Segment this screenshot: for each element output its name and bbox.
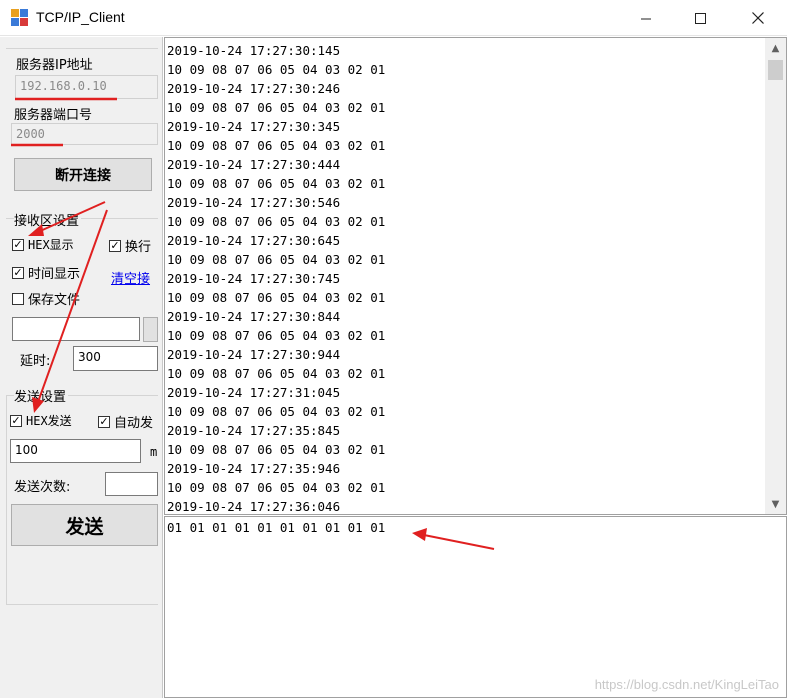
scroll-down-icon[interactable]: ▼ [765,494,786,514]
receive-line: 10 09 08 07 06 05 04 03 02 01 [167,366,386,381]
close-icon[interactable] [735,0,781,36]
window-title: TCP/IP_Client [36,9,125,25]
save-file-checkbox[interactable]: 保存文件 [12,289,80,308]
checkbox-check-icon: ✓ [98,415,110,428]
clear-receive-link[interactable]: 清空接 [111,268,150,287]
time-display-checkbox[interactable]: ✓ 时间显示 [12,263,80,282]
checkbox-check-icon: ✓ [12,238,24,251]
receive-line: 2019-10-24 17:27:30:944 [167,347,341,362]
minimize-icon[interactable] [623,0,669,36]
delay-input[interactable]: 300 [73,346,158,371]
server-port-input[interactable]: 2000 [11,123,158,145]
save-file-label: 保存文件 [28,293,81,308]
receive-line: 2019-10-24 17:27:30:844 [167,309,341,324]
send-text: 01 01 01 01 01 01 01 01 01 01 [167,520,386,535]
checkbox-check-icon: ✓ [109,239,121,252]
send-interval-input[interactable]: 100 [10,439,141,463]
checkbox-check-icon: ✓ [10,414,22,427]
hex-send-label: HEX发送 [26,414,72,428]
receive-line: 2019-10-24 17:27:35:946 [167,461,341,476]
receive-line: 10 09 08 07 06 05 04 03 02 01 [167,100,386,115]
receive-line: 10 09 08 07 06 05 04 03 02 01 [167,290,386,305]
maximize-icon[interactable] [677,0,723,36]
send-group-bottom-border [6,604,158,605]
send-count-input[interactable] [105,472,158,496]
receive-line: 10 09 08 07 06 05 04 03 02 01 [167,252,386,267]
receive-textarea[interactable]: 2019-10-24 17:27:30:145 10 09 08 07 06 05… [164,37,787,515]
server-ip-input[interactable]: 192.168.0.10 [15,75,158,99]
hex-display-checkbox[interactable]: ✓ HEX显示 [12,236,74,253]
receive-line: 10 09 08 07 06 05 04 03 02 01 [167,328,386,343]
hex-send-checkbox[interactable]: ✓ HEX发送 [10,412,72,429]
receive-line: 10 09 08 07 06 05 04 03 02 01 [167,214,386,229]
hex-display-label: HEX显示 [28,238,74,252]
watermark: https://blog.csdn.net/KingLeiTao [594,677,779,692]
receive-line: 2019-10-24 17:27:30:645 [167,233,341,248]
receive-line: 2019-10-24 17:27:30:546 [167,195,341,210]
receive-settings-title: 接收区设置 [14,210,82,229]
receive-line: 2019-10-24 17:27:30:246 [167,81,341,96]
disconnect-button[interactable]: 断开连接 [14,158,152,191]
auto-send-label: 自动发 [114,416,154,431]
receive-line: 2019-10-24 17:27:36:046 [167,499,341,514]
newline-label: 换行 [125,240,152,255]
checkbox-check-icon: ✓ [12,266,24,279]
title-bar: TCP/IP_Client [0,0,787,36]
interval-unit-label: m [150,445,158,459]
send-textarea[interactable]: 01 01 01 01 01 01 01 01 01 01 [164,516,787,698]
server-port-label: 服务器端口号 [14,108,93,123]
receive-line: 2019-10-24 17:27:30:345 [167,119,341,134]
delay-label: 延时: [20,354,51,369]
checkbox-empty-icon [12,292,24,305]
receive-scrollbar[interactable]: ▲ ▼ [765,38,786,514]
receive-line: 10 09 08 07 06 05 04 03 02 01 [167,176,386,191]
receive-lines: 2019-10-24 17:27:30:145 10 09 08 07 06 05… [167,41,762,514]
receive-line: 2019-10-24 17:27:35:845 [167,423,341,438]
receive-line: 2019-10-24 17:27:30:145 [167,43,341,58]
send-settings-title: 发送设置 [14,386,69,405]
server-ip-label: 服务器IP地址 [16,58,93,73]
connection-group-border [6,48,158,49]
newline-checkbox[interactable]: ✓ 换行 [109,236,151,255]
scroll-thumb[interactable] [768,60,783,80]
receive-line: 2019-10-24 17:27:30:745 [167,271,341,286]
app-icon [11,9,28,26]
send-count-label: 发送次数: [14,480,71,495]
receive-line: 2019-10-24 17:27:30:444 [167,157,341,172]
send-button[interactable]: 发送 [11,504,158,546]
receive-line: 10 09 08 07 06 05 04 03 02 01 [167,480,386,495]
receive-line: 10 09 08 07 06 05 04 03 02 01 [167,62,386,77]
settings-panel: 服务器IP地址 192.168.0.10 服务器端口号 2000 断开连接 接收… [0,37,163,698]
browse-button[interactable] [143,317,158,342]
receive-line: 10 09 08 07 06 05 04 03 02 01 [167,404,386,419]
send-group-left-border [6,395,7,605]
receive-line: 10 09 08 07 06 05 04 03 02 01 [167,442,386,457]
auto-send-checkbox[interactable]: ✓ 自动发 [98,412,153,431]
file-path-input[interactable] [12,317,140,341]
receive-line: 10 09 08 07 06 05 04 03 02 01 [167,138,386,153]
time-display-label: 时间显示 [28,267,81,282]
scroll-up-icon[interactable]: ▲ [765,38,786,58]
receive-line: 2019-10-24 17:27:31:045 [167,385,341,400]
